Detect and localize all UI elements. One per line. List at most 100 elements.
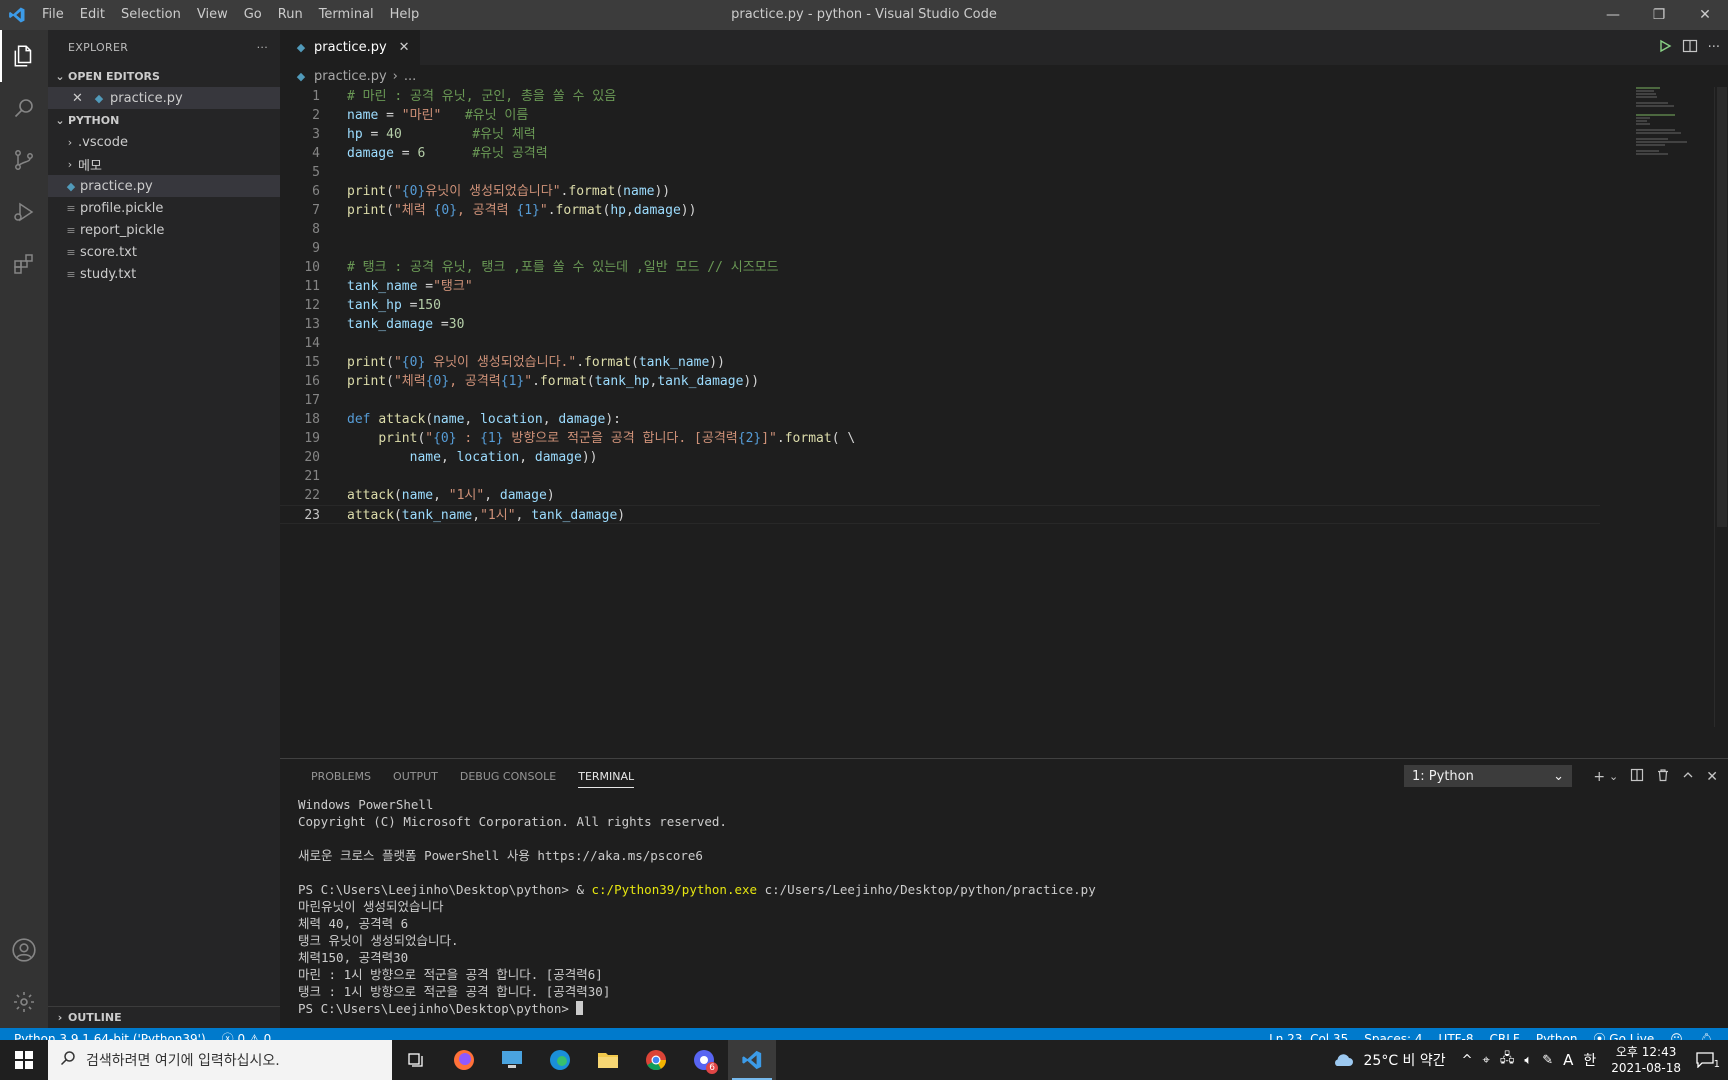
terminal[interactable]: Windows PowerShell Copyright (C) Microso…	[280, 794, 1728, 1017]
network-icon[interactable]: 🖧︎	[1495, 1049, 1520, 1071]
weather-cloud-icon[interactable]	[1327, 1052, 1359, 1068]
menu-go[interactable]: Go	[236, 0, 270, 30]
code-line[interactable]: 11 tank_name ="탱크"	[280, 277, 1600, 296]
clock[interactable]: 오후 12:43 2021-08-18	[1601, 1044, 1691, 1076]
close-icon[interactable]: ✕	[72, 91, 92, 106]
code-line[interactable]: 2 name = "마린" #유닛 이름	[280, 106, 1600, 125]
editor-scrollbar[interactable]	[1714, 87, 1728, 727]
code-line[interactable]: 10 # 탱크 : 공격 유닛, 탱크 ,포를 쏠 수 있는데 ,일반 모드 //…	[280, 258, 1600, 277]
close-panel-button[interactable]: ✕	[1706, 769, 1718, 785]
explorer-icon[interactable]	[0, 30, 48, 82]
python-folder-section[interactable]: ⌄ PYTHON	[48, 109, 280, 131]
code-line[interactable]: 8	[280, 220, 1600, 239]
tree-item-score[interactable]: ≡ score.txt	[48, 241, 280, 263]
account-icon[interactable]	[0, 924, 48, 976]
close-window-button[interactable]: ✕	[1682, 0, 1728, 30]
minimap-line	[1636, 138, 1668, 140]
open-editors-section[interactable]: ⌄ OPEN EDITORS	[48, 65, 280, 87]
code-line[interactable]: 7 print("체력 {0}, 공격력 {1}".format(hp,damag…	[280, 201, 1600, 220]
chevron-down-icon[interactable]: ⌄	[1609, 770, 1618, 783]
notification-center-icon[interactable]: 1	[1691, 1052, 1728, 1070]
code-line[interactable]: 18 def attack(name, location, damage):	[280, 410, 1600, 429]
remote-desktop-icon[interactable]	[488, 1040, 536, 1080]
code-line[interactable]: 14	[280, 334, 1600, 353]
pen-icon[interactable]: ✎	[1537, 1053, 1558, 1068]
code-editor[interactable]: 1 # 마린 : 공격 유닛, 군인, 총을 쏠 수 있음 2 name = "마린"…	[280, 87, 1600, 524]
breadcrumb-symbol[interactable]: ...	[404, 69, 416, 84]
firefox-icon[interactable]	[440, 1040, 488, 1080]
tab-problems[interactable]: PROBLEMS	[300, 759, 382, 794]
menu-terminal[interactable]: Terminal	[311, 0, 382, 30]
tab-debug-console[interactable]: DEBUG CONSOLE	[449, 759, 567, 794]
terminal-select[interactable]: 1: Python ⌄	[1404, 765, 1572, 787]
open-editor-item[interactable]: ✕ ◆ practice.py	[48, 87, 280, 109]
code-line[interactable]: 20 name, location, damage))	[280, 448, 1600, 467]
run-file-icon[interactable]	[1658, 39, 1672, 57]
code-line[interactable]: 12 tank_hp =150	[280, 296, 1600, 315]
code-line[interactable]: 16 print("체력{0}, 공격력{1}".format(tank_hp,t…	[280, 372, 1600, 391]
minimap[interactable]	[1636, 87, 1706, 155]
search-icon[interactable]	[0, 82, 48, 134]
task-view-icon[interactable]	[392, 1040, 440, 1080]
ime-mode[interactable]: A	[1558, 1051, 1578, 1069]
source-control-icon[interactable]	[0, 134, 48, 186]
tab-output[interactable]: OUTPUT	[382, 759, 449, 794]
edge-icon[interactable]	[536, 1040, 584, 1080]
breadcrumb-file[interactable]: practice.py	[314, 69, 387, 84]
maximize-panel-icon[interactable]	[1682, 769, 1694, 785]
tree-item-practice[interactable]: ◆ practice.py	[48, 175, 280, 197]
tree-item-profile[interactable]: ≡ profile.pickle	[48, 197, 280, 219]
code-line[interactable]: 15 print("{0} 유닛이 생성되었습니다.".format(tank_n…	[280, 353, 1600, 372]
extensions-icon[interactable]	[0, 238, 48, 290]
chevron-up-icon[interactable]: ^	[1457, 1053, 1478, 1068]
tree-item-memo[interactable]: › 메모	[48, 153, 280, 175]
code-line[interactable]: 19 print("{0} : {1} 방향으로 적군을 공격 합니다. [공격…	[280, 429, 1600, 448]
code-line[interactable]: 21	[280, 467, 1600, 486]
outline-section[interactable]: › OUTLINE	[48, 1006, 280, 1028]
menu-help[interactable]: Help	[382, 0, 428, 30]
file-explorer-icon[interactable]	[584, 1040, 632, 1080]
split-terminal-icon[interactable]	[1630, 768, 1644, 786]
menu-edit[interactable]: Edit	[72, 0, 113, 30]
restore-button[interactable]: ❐	[1636, 0, 1682, 30]
code-line[interactable]: 4 damage = 6 #유닛 공격력	[280, 144, 1600, 163]
code-line[interactable]: 1 # 마린 : 공격 유닛, 군인, 총을 쏠 수 있음	[280, 87, 1600, 106]
menu-run[interactable]: Run	[270, 0, 311, 30]
trash-icon[interactable]	[1656, 768, 1670, 786]
tab-terminal[interactable]: TERMINAL	[567, 759, 645, 794]
chrome-icon[interactable]	[632, 1040, 680, 1080]
code-line[interactable]: 17	[280, 391, 1600, 410]
vscode-taskbar-icon[interactable]	[728, 1040, 776, 1080]
new-terminal-button[interactable]: +	[1593, 769, 1605, 785]
code-line[interactable]: 9	[280, 239, 1600, 258]
code-line[interactable]: 22 attack(name, "1시", damage)	[280, 486, 1600, 505]
menu-file[interactable]: File	[34, 0, 72, 30]
code-line[interactable]: 3 hp = 40 #유닛 체력	[280, 125, 1600, 144]
ime-hangul[interactable]: 한	[1578, 1050, 1601, 1070]
split-editor-icon[interactable]	[1682, 39, 1698, 57]
windows-start-icon[interactable]	[0, 1040, 48, 1080]
code-line[interactable]: 5	[280, 163, 1600, 182]
minimap-line	[1636, 96, 1657, 98]
tree-item-report[interactable]: ≡ report_pickle	[48, 219, 280, 241]
taskbar-search-box[interactable]: 검색하려면 여기에 입력하십시오.	[48, 1040, 392, 1080]
more-actions-icon[interactable]: ···	[1708, 40, 1720, 55]
run-debug-icon[interactable]	[0, 186, 48, 238]
tab-practice-py[interactable]: ◆ practice.py ✕	[280, 30, 420, 65]
scrollbar-thumb[interactable]	[1717, 87, 1727, 527]
weather-text[interactable]: 25°C 비 약간	[1359, 1050, 1451, 1070]
explorer-more-button[interactable]: ···	[257, 41, 268, 54]
minimize-button[interactable]: —	[1590, 0, 1636, 30]
menu-view[interactable]: View	[189, 0, 236, 30]
code-line[interactable]: 13 tank_damage =30	[280, 315, 1600, 334]
volume-icon[interactable]: 🔈︎	[1519, 1053, 1537, 1068]
menu-selection[interactable]: Selection	[113, 0, 189, 30]
chat-app-icon[interactable]: 6	[680, 1040, 728, 1080]
tree-item-study[interactable]: ≡ study.txt	[48, 263, 280, 285]
tree-item-vscode[interactable]: › .vscode	[48, 131, 280, 153]
close-icon[interactable]: ✕	[399, 40, 410, 55]
code-line[interactable]: 6 print("{0}유닛이 생성되었습니다".format(name))	[280, 182, 1600, 201]
location-icon[interactable]: ⌖	[1478, 1053, 1495, 1068]
code-line[interactable]: 23 attack(tank_name,"1시", tank_damage)	[280, 505, 1600, 524]
settings-gear-icon[interactable]	[0, 976, 48, 1028]
